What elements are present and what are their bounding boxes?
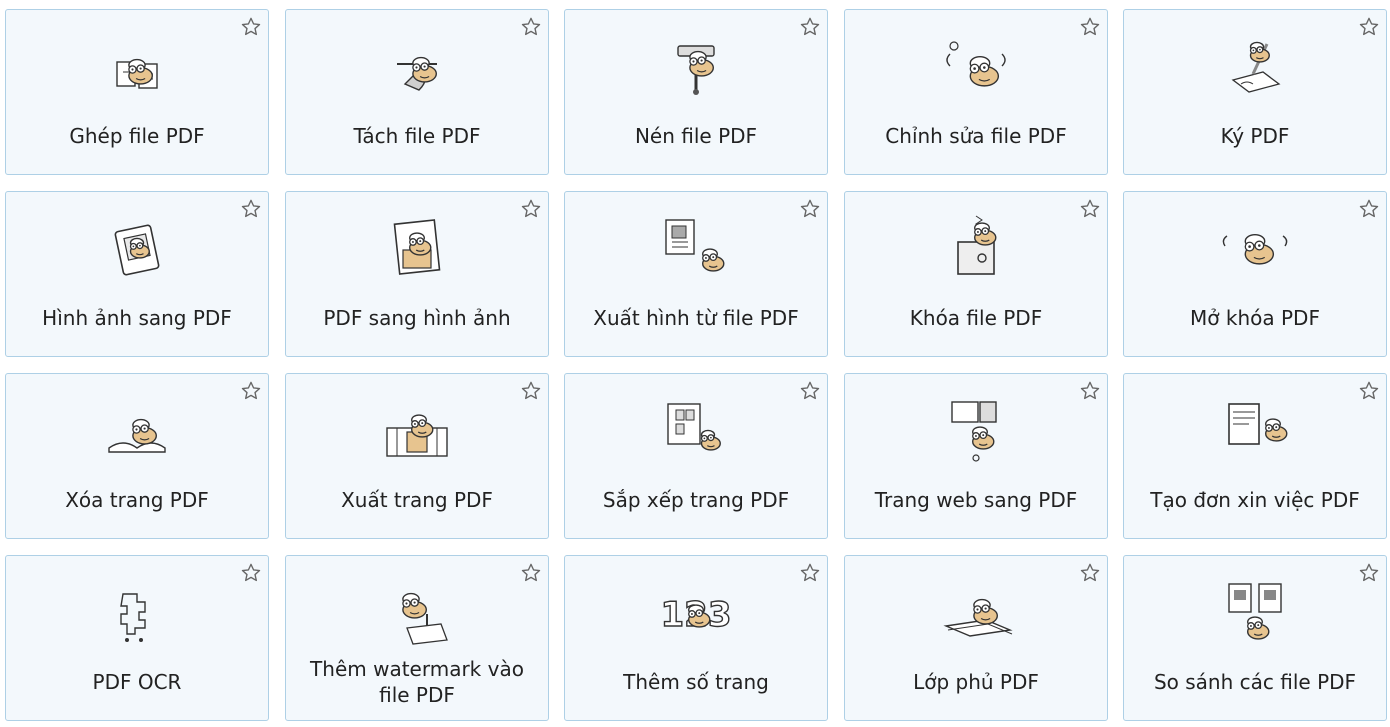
star-icon[interactable] bbox=[1079, 380, 1101, 402]
tool-card[interactable]: Chỉnh sửa file PDF bbox=[844, 9, 1108, 175]
tool-card[interactable]: Nén file PDF bbox=[564, 9, 828, 175]
tool-illustration-icon bbox=[97, 24, 177, 104]
tool-grid: Ghép file PDF Tách file PDF Nén file PDF Ch… bbox=[0, 0, 1390, 727]
tool-label: Xuất hình từ file PDF bbox=[593, 306, 799, 330]
tool-card[interactable]: Xuất trang PDF bbox=[285, 373, 549, 539]
tool-illustration-icon bbox=[97, 206, 177, 286]
tool-card[interactable]: Hình ảnh sang PDF bbox=[5, 191, 269, 357]
star-icon[interactable] bbox=[1358, 380, 1380, 402]
tool-illustration-icon bbox=[656, 206, 736, 286]
tool-card[interactable]: PDF sang hình ảnh bbox=[285, 191, 549, 357]
star-icon[interactable] bbox=[799, 562, 821, 584]
tool-illustration-icon bbox=[936, 388, 1016, 468]
star-icon[interactable] bbox=[240, 198, 262, 220]
star-icon[interactable] bbox=[1358, 16, 1380, 38]
tool-illustration-icon bbox=[377, 388, 457, 468]
tool-label: Tách file PDF bbox=[353, 124, 481, 148]
tool-label: Khóa file PDF bbox=[909, 306, 1043, 330]
star-icon[interactable] bbox=[1079, 198, 1101, 220]
star-icon[interactable] bbox=[520, 562, 542, 584]
tool-label: Tạo đơn xin việc PDF bbox=[1150, 488, 1360, 512]
tool-label: PDF sang hình ảnh bbox=[323, 306, 511, 330]
tool-card[interactable]: Trang web sang PDF bbox=[844, 373, 1108, 539]
tool-label: So sánh các file PDF bbox=[1153, 670, 1357, 694]
star-icon[interactable] bbox=[520, 198, 542, 220]
tool-illustration-icon bbox=[1215, 388, 1295, 468]
tool-illustration-icon bbox=[377, 24, 457, 104]
tool-illustration-icon bbox=[936, 570, 1016, 650]
tool-card[interactable]: 123 Thêm số trang bbox=[564, 555, 828, 721]
tool-illustration-icon bbox=[1215, 570, 1295, 650]
tool-card[interactable]: Xóa trang PDF bbox=[5, 373, 269, 539]
tool-label: PDF OCR bbox=[92, 670, 182, 694]
tool-card[interactable]: PDF OCR bbox=[5, 555, 269, 721]
tool-card[interactable]: Ghép file PDF bbox=[5, 9, 269, 175]
tool-card[interactable]: Tạo đơn xin việc PDF bbox=[1123, 373, 1387, 539]
star-icon[interactable] bbox=[240, 380, 262, 402]
tool-label: Thêm watermark vào file PDF bbox=[310, 657, 524, 707]
tool-label: Sắp xếp trang PDF bbox=[602, 488, 790, 512]
star-icon[interactable] bbox=[799, 198, 821, 220]
tool-illustration-icon bbox=[377, 206, 457, 286]
tool-illustration-icon bbox=[97, 570, 177, 650]
star-icon[interactable] bbox=[1079, 562, 1101, 584]
tool-card[interactable]: Mở khóa PDF bbox=[1123, 191, 1387, 357]
star-icon[interactable] bbox=[1358, 198, 1380, 220]
tool-illustration-icon bbox=[656, 24, 736, 104]
tool-illustration-icon bbox=[377, 570, 457, 650]
tool-illustration-icon bbox=[97, 388, 177, 468]
tool-label: Thêm số trang bbox=[623, 670, 769, 694]
tool-label: Trang web sang PDF bbox=[874, 488, 1078, 512]
tool-card[interactable]: Khóa file PDF bbox=[844, 191, 1108, 357]
tool-illustration-icon bbox=[656, 388, 736, 468]
star-icon[interactable] bbox=[240, 562, 262, 584]
star-icon[interactable] bbox=[520, 380, 542, 402]
star-icon[interactable] bbox=[799, 16, 821, 38]
tool-label: Chỉnh sửa file PDF bbox=[885, 124, 1067, 148]
tool-card[interactable]: Lớp phủ PDF bbox=[844, 555, 1108, 721]
tool-card[interactable]: Xuất hình từ file PDF bbox=[564, 191, 828, 357]
tool-label: Lớp phủ PDF bbox=[913, 670, 1039, 694]
tool-label: Ký PDF bbox=[1220, 124, 1290, 148]
tool-label: Hình ảnh sang PDF bbox=[42, 306, 232, 330]
star-icon[interactable] bbox=[240, 16, 262, 38]
tool-card[interactable]: Thêm watermark vào file PDF bbox=[285, 555, 549, 721]
tool-label: Ghép file PDF bbox=[69, 124, 205, 148]
star-icon[interactable] bbox=[1079, 16, 1101, 38]
tool-label: Nén file PDF bbox=[634, 124, 758, 148]
tool-illustration-icon: 123 bbox=[656, 570, 736, 650]
tool-card[interactable]: Tách file PDF bbox=[285, 9, 549, 175]
tool-label: Mở khóa PDF bbox=[1190, 306, 1320, 330]
tool-label: Xóa trang PDF bbox=[65, 488, 209, 512]
tool-illustration-icon bbox=[1215, 24, 1295, 104]
tool-card[interactable]: So sánh các file PDF bbox=[1123, 555, 1387, 721]
tool-illustration-icon bbox=[936, 206, 1016, 286]
star-icon[interactable] bbox=[799, 380, 821, 402]
star-icon[interactable] bbox=[520, 16, 542, 38]
tool-illustration-icon bbox=[936, 24, 1016, 104]
tool-illustration-icon bbox=[1215, 206, 1295, 286]
tool-card[interactable]: Ký PDF bbox=[1123, 9, 1387, 175]
star-icon[interactable] bbox=[1358, 562, 1380, 584]
tool-label: Xuất trang PDF bbox=[341, 488, 493, 512]
tool-card[interactable]: Sắp xếp trang PDF bbox=[564, 373, 828, 539]
